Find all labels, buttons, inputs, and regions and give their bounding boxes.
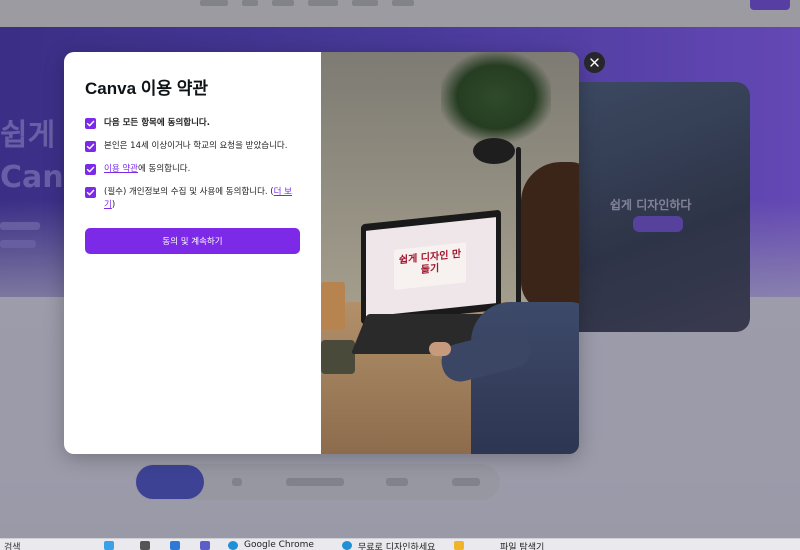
taskbar-search[interactable]: 검색 — [4, 540, 21, 550]
promo-image: 쉽게 디자인 만들기 — [321, 52, 579, 454]
taskbar-item-chrome[interactable]: Google Chrome — [244, 540, 314, 550]
check-icon — [86, 166, 95, 173]
folder-icon[interactable] — [454, 541, 464, 550]
chrome-icon[interactable] — [228, 541, 238, 550]
taskbar-item-canva[interactable]: 무료로 디자인하세요 — [358, 540, 435, 550]
terms-link[interactable]: 이용 약관 — [104, 164, 138, 174]
chrome-icon[interactable] — [342, 541, 352, 550]
taskview-icon[interactable] — [140, 541, 150, 550]
laptop-display: 쉽게 디자인 만들기 — [366, 217, 496, 317]
check-icon — [86, 143, 95, 150]
check-icon — [86, 189, 95, 196]
terms-modal: Canva 이용 약관 다음 모든 항목에 동의합니다. 본인은 14세 이상이… — [64, 52, 579, 454]
terms-form: Canva 이용 약관 다음 모든 항목에 동의합니다. 본인은 14세 이상이… — [64, 52, 321, 454]
consent-row-privacy[interactable]: (필수) 개인정보의 수집 및 사용에 동의합니다. (더 보기) — [85, 186, 300, 212]
teams-icon[interactable] — [200, 541, 210, 550]
modal-title: Canva 이용 약관 — [85, 79, 209, 98]
consent-checkbox-all[interactable] — [85, 118, 96, 129]
close-icon — [590, 58, 599, 67]
taskbar-item-explorer[interactable]: 파일 탐색기 — [500, 540, 544, 550]
person-image — [521, 162, 579, 312]
consent-label-privacy: (필수) 개인정보의 수집 및 사용에 동의합니다. ( — [104, 187, 274, 197]
consent-row-age[interactable]: 본인은 14세 이상이거나 학교의 요청을 받았습니다. — [85, 140, 300, 153]
windows-icon[interactable] — [104, 541, 114, 550]
consent-label-age: 본인은 14세 이상이거나 학교의 요청을 받았습니다. — [104, 141, 288, 151]
plant-image — [441, 52, 551, 142]
consent-row-terms[interactable]: 이용 약관에 동의합니다. — [85, 163, 300, 176]
taskbar: 검색 Google Chrome 무료로 디자인하세요 파일 탐색기 — [0, 538, 800, 550]
consent-label-all: 다음 모든 항목에 동의합니다. — [104, 118, 210, 128]
close-modal-button[interactable] — [584, 52, 605, 73]
consent-checkbox-terms[interactable] — [85, 164, 96, 175]
consent-row-all[interactable]: 다음 모든 항목에 동의합니다. — [85, 117, 300, 130]
consent-checkbox-privacy[interactable] — [85, 187, 96, 198]
consent-label-terms: 에 동의합니다. — [137, 164, 191, 174]
pencil-cup-image — [321, 282, 345, 330]
consent-checkbox-age[interactable] — [85, 141, 96, 152]
mug-image — [321, 340, 355, 374]
edge-icon[interactable] — [170, 541, 180, 550]
check-icon — [86, 120, 95, 127]
agree-continue-button[interactable]: 동의 및 계속하기 — [85, 228, 300, 254]
